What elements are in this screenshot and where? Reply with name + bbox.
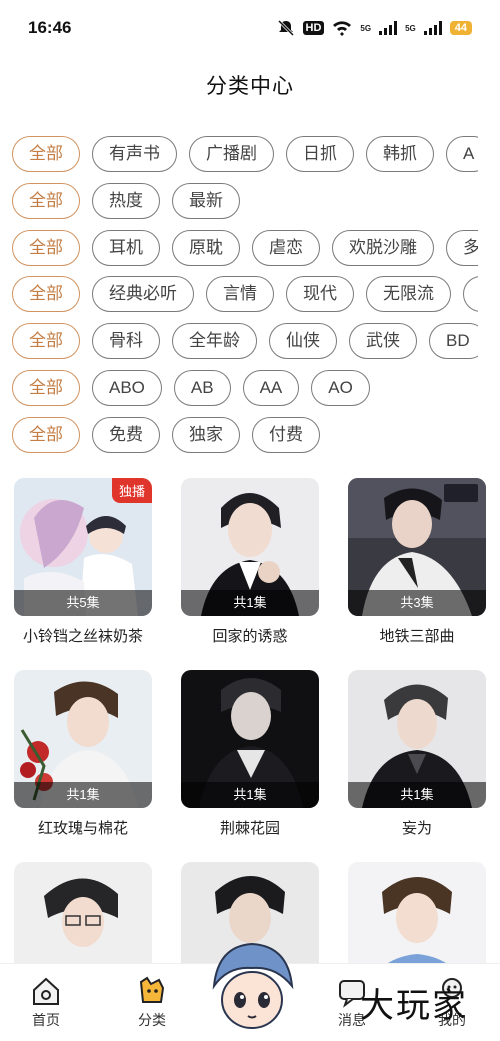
chip-step-siblings[interactable]: 骨科 [92, 323, 160, 360]
chip-xianxia[interactable]: 仙侠 [269, 323, 337, 360]
drama-card[interactable]: 共3集 地铁三部曲 [348, 478, 486, 646]
cover-image[interactable]: 独播 共5集 [14, 478, 152, 616]
signal-2-label: 5G [405, 23, 416, 33]
chip-exclusive[interactable]: 独家 [172, 416, 240, 453]
filter-row-type: 全部 有声书 广播剧 日抓 韩抓 A [12, 136, 478, 172]
chip-paid[interactable]: 付费 [252, 416, 320, 453]
nav-category[interactable]: 分类 [120, 974, 184, 1030]
battery-indicator: 44 [449, 21, 472, 35]
drama-card[interactable]: 共1集 荆棘花园 [181, 670, 319, 838]
exclusive-badge: 独播 [111, 478, 152, 503]
drama-card[interactable]: 独播 共5集 小铃铛之丝袜奶茶 [14, 478, 152, 646]
hd-indicator: HD [302, 21, 325, 35]
chip-more[interactable]: A [446, 136, 478, 172]
status-icons: HD 5G 5G 44 [277, 19, 472, 37]
episode-count: 共1集 [181, 590, 319, 616]
filter-row-pairing: 全部 ABO AB AA AO [12, 369, 478, 406]
chip-all[interactable]: 全部 [12, 229, 80, 266]
chip-free[interactable]: 免费 [92, 416, 160, 453]
cover-image[interactable]: 共1集 [14, 670, 152, 808]
mascot-avatar-icon [208, 942, 296, 1036]
drama-card[interactable]: 共1集 妄为 [348, 670, 486, 838]
filter-row-sort: 全部 热度 最新 [12, 182, 478, 219]
episode-count: 共1集 [14, 782, 152, 808]
chip-all[interactable]: 全部 [12, 416, 80, 453]
chip-comedy[interactable]: 欢脱沙雕 [332, 229, 434, 266]
chip-korean[interactable]: 韩抓 [366, 136, 434, 172]
filter-row-theme: 全部 骨科 全年龄 仙侠 武侠 BD [12, 323, 478, 360]
episode-count: 共3集 [348, 590, 486, 616]
chip-all-ages[interactable]: 全年龄 [172, 323, 257, 360]
drama-card[interactable]: 共1集 回家的诱惑 [181, 478, 319, 646]
card-title: 小铃铛之丝袜奶茶 [22, 628, 143, 645]
chip-abo[interactable]: ABO [92, 369, 162, 406]
chip-headphones[interactable]: 耳机 [92, 229, 160, 266]
chip-original-bl[interactable]: 原耽 [172, 229, 240, 266]
chip-radio-drama[interactable]: 广播剧 [189, 136, 274, 172]
category-cat-icon [139, 976, 165, 1003]
drama-card[interactable]: 共1集 红玫瑰与棉花 [14, 670, 152, 838]
chip-hot[interactable]: 热度 [92, 182, 160, 219]
card-title: 回家的诱惑 [212, 628, 288, 645]
status-time: 16:46 [28, 18, 72, 37]
chip-newest[interactable]: 最新 [172, 182, 240, 219]
chip-classic[interactable]: 经典必听 [92, 276, 194, 313]
chip-more[interactable]: 多 [446, 229, 478, 266]
chip-modern[interactable]: 现代 [286, 276, 354, 313]
chip-aa[interactable]: AA [242, 369, 300, 406]
chip-all[interactable]: 全部 [12, 182, 80, 219]
chip-wuxia[interactable]: 武侠 [349, 323, 417, 360]
home-icon [33, 977, 59, 1005]
cover-image[interactable]: 共3集 [348, 478, 486, 616]
chip-all[interactable]: 全部 [12, 276, 80, 313]
chip-all[interactable]: 全部 [12, 136, 80, 172]
chip-all[interactable]: 全部 [12, 369, 80, 406]
watermark-text: 大玩家 [360, 986, 468, 1026]
card-title: 妄为 [401, 820, 432, 837]
cover-image[interactable]: 共1集 [348, 670, 486, 808]
chip-japanese[interactable]: 日抓 [286, 136, 354, 172]
card-title: 荆棘花园 [219, 820, 280, 837]
card-title: 地铁三部曲 [379, 628, 455, 645]
chip-ao[interactable]: AO [311, 369, 370, 406]
page-title: 分类中心 [206, 75, 294, 98]
signal-icon [379, 21, 398, 35]
cover-image[interactable]: 共1集 [181, 670, 319, 808]
nav-home[interactable]: 首页 [14, 974, 78, 1030]
nav-home-label: 首页 [32, 1013, 60, 1029]
cover-image[interactable]: 共1集 [181, 478, 319, 616]
mute-bell-icon [277, 19, 294, 37]
chip-romance[interactable]: 言情 [206, 276, 274, 313]
chip-more[interactable]: C [463, 276, 478, 313]
center-mascot-button[interactable] [204, 938, 300, 1038]
episode-count: 共1集 [181, 782, 319, 808]
signal-icon-2 [423, 21, 442, 35]
nav-category-label: 分类 [138, 1013, 166, 1029]
chip-all[interactable]: 全部 [12, 323, 80, 360]
status-bar: 16:46 HD 5G 5G 44 [0, 0, 500, 56]
chip-infinite[interactable]: 无限流 [366, 276, 451, 313]
filter-row-style: 全部 经典必听 言情 现代 无限流 C [12, 276, 478, 313]
chip-ab[interactable]: AB [173, 369, 231, 406]
filter-row-genre: 全部 耳机 原耽 虐恋 欢脱沙雕 多 [12, 229, 478, 266]
chip-audiobook[interactable]: 有声书 [92, 136, 177, 172]
filter-panel: 全部 有声书 广播剧 日抓 韩抓 A 全部 热度 最新 全部 耳机 原耽 虐恋 … [12, 136, 478, 464]
card-title: 红玫瑰与棉花 [37, 820, 128, 837]
chip-more[interactable]: BD [429, 323, 478, 360]
wifi-icon [333, 21, 352, 36]
episode-count: 共1集 [348, 782, 486, 808]
episode-count: 共5集 [14, 590, 152, 616]
signal-1-label: 5G [360, 23, 372, 33]
filter-row-price: 全部 免费 独家 付费 [12, 416, 478, 453]
chip-angst[interactable]: 虐恋 [252, 229, 320, 266]
